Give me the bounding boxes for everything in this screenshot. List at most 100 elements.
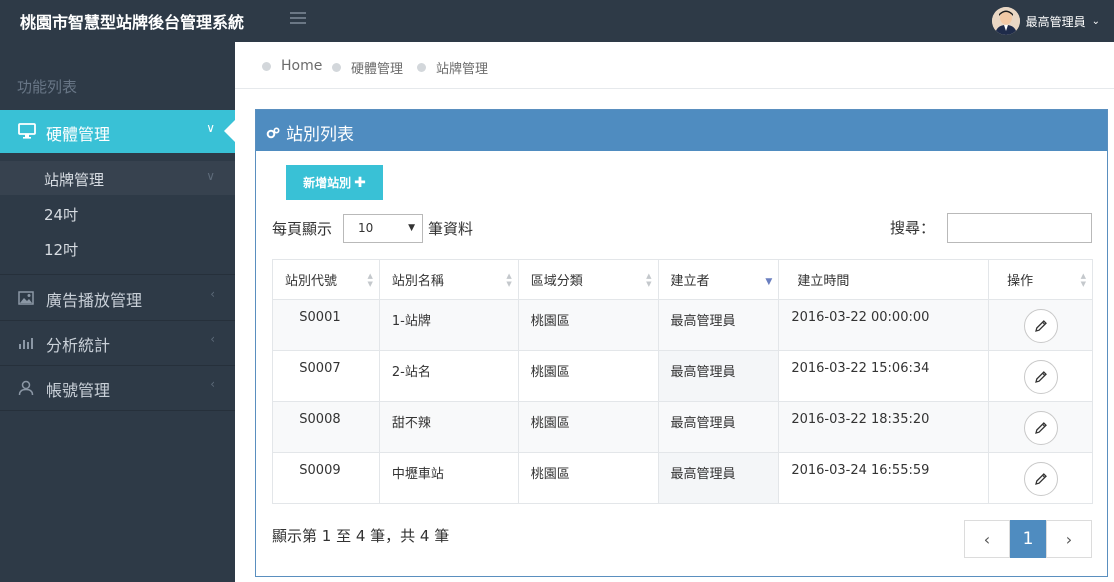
cell-actions (988, 299, 1093, 351)
sidebar-subitem-24inch[interactable]: 24吋 (44, 204, 78, 225)
user-icon (18, 380, 34, 400)
chevron-down-icon: ∨ (206, 169, 215, 183)
column-header-creator[interactable]: 建立者 ▼ (657, 259, 780, 300)
edit-button[interactable] (1023, 309, 1058, 343)
cell-name: 1-站牌 (378, 299, 519, 351)
column-header-code[interactable]: 站別代號 ▲ ▼ (272, 259, 380, 300)
chevron-down-icon: ⌄ (1091, 15, 1100, 27)
divider (0, 274, 235, 275)
sidebar-title: 功能列表 (17, 78, 78, 96)
cell-code: S0008 (272, 401, 380, 453)
app-title: 桃園市智慧型站牌後台管理系統 (20, 13, 245, 32)
cell-actions (988, 401, 1093, 453)
avatar (991, 7, 1020, 35)
image-icon (18, 290, 34, 309)
chevron-down-icon: ∨ (206, 121, 215, 135)
edit-button[interactable] (1023, 462, 1058, 496)
divider (0, 365, 235, 366)
column-header-name[interactable]: 站別名稱 ▲ ▼ (378, 259, 519, 300)
search-input[interactable] (947, 213, 1092, 243)
sidebar-item-analytics[interactable]: 分析統計 ‹ (0, 322, 235, 362)
breadcrumb-hardware[interactable]: 硬體管理 (332, 58, 403, 77)
table-row: S0009 中壢車站 桃園區 最高管理員 2016-03-24 16:55:59 (272, 452, 1093, 504)
cell-name: 中壢車站 (378, 452, 519, 504)
cell-name: 2-站名 (378, 350, 519, 402)
sidebar-item-label: 廣告播放管理 (46, 291, 143, 310)
breadcrumb-current: 站牌管理 (417, 58, 488, 77)
top-bar: 桃園市智慧型站牌後台管理系統 最高管理員 ⌄ (0, 0, 1114, 42)
cell-created-time: 2016-03-22 15:06:34 (778, 350, 990, 402)
sidebar-item-label: 分析統計 (46, 336, 111, 355)
bullet-icon (417, 63, 426, 72)
sidebar-subitem-label: 站牌管理 (44, 171, 105, 189)
user-menu[interactable]: 最高管理員 ⌄ (991, 5, 1100, 37)
column-header-created-time[interactable]: 建立時間 (778, 259, 990, 300)
page-1-button[interactable]: 1 (1010, 520, 1046, 558)
pagination: ‹ 1 › (964, 520, 1092, 558)
column-header-actions[interactable]: 操作 ▲ ▼ (988, 259, 1093, 300)
cell-area: 桃園區 (517, 452, 659, 504)
breadcrumb-home[interactable]: Home (262, 58, 322, 74)
sort-desc-icon: ▼ (765, 277, 773, 287)
table-header-row: 站別代號 ▲ ▼ 站別名稱 ▲ ▼ 區域分類 ▲ ▼ 建立者 ▼ 建立時間 操作 ▲ ▼ (272, 259, 1093, 300)
sidebar-subitem-stop-management[interactable]: 站牌管理 ∨ (0, 161, 235, 195)
cell-area: 桃園區 (517, 401, 659, 453)
cell-actions (988, 452, 1093, 504)
edit-button[interactable] (1023, 360, 1058, 394)
sidebar-item-account[interactable]: 帳號管理 ‹ (0, 367, 235, 407)
chevron-left-icon: ‹ (210, 332, 215, 346)
sort-icon: ▲ ▼ (506, 272, 512, 288)
cell-creator: 最高管理員 (657, 350, 780, 402)
table-row: S0008 甜不辣 桃園區 最高管理員 2016-03-22 18:35:20 (272, 401, 1093, 453)
search-label: 搜尋： (890, 219, 936, 237)
sidebar: 功能列表 硬體管理 ∨ 站牌管理 ∨ 24吋 12吋 廣告播放管理 ‹ 分析統計… (0, 42, 235, 582)
table-info: 顯示第 1 至 4 筆，共 4 筆 (272, 527, 450, 545)
sort-icon: ▲ ▼ (1080, 272, 1086, 288)
pencil-icon (1034, 371, 1047, 383)
next-page-button[interactable]: › (1046, 520, 1092, 558)
sort-icon: ▲ ▼ (367, 272, 373, 288)
cell-creator: 最高管理員 (657, 452, 780, 504)
table-row: S0007 2-站名 桃園區 最高管理員 2016-03-22 15:06:34 (272, 350, 1093, 402)
plus-icon: ✚ (354, 174, 366, 191)
caret-down-icon: ▼ (408, 223, 415, 233)
chevron-left-icon: ‹ (210, 287, 215, 301)
per-page-select[interactable]: 10 ▼ (343, 214, 423, 243)
cell-code: S0001 (272, 299, 380, 351)
active-indicator (224, 120, 235, 142)
sidebar-subitem-12inch[interactable]: 12吋 (44, 239, 78, 260)
cell-code: S0007 (272, 350, 380, 402)
station-table: 站別代號 ▲ ▼ 站別名稱 ▲ ▼ 區域分類 ▲ ▼ 建立者 ▼ 建立時間 操作 ▲ ▼ S000… (272, 259, 1093, 504)
bullet-icon (332, 63, 341, 72)
bar-chart-icon (18, 335, 34, 354)
prev-page-button[interactable]: ‹ (964, 520, 1010, 558)
cell-area: 桃園區 (517, 350, 659, 402)
bullet-icon (262, 61, 271, 71)
column-header-area[interactable]: 區域分類 ▲ ▼ (517, 259, 659, 300)
sidebar-item-hardware[interactable]: 硬體管理 ∨ (0, 110, 235, 153)
cogs-icon (266, 124, 280, 143)
cell-created-time: 2016-03-22 00:00:00 (778, 299, 990, 351)
pencil-icon (1034, 473, 1047, 485)
station-list-panel: 站別列表 新增站別 ✚ 每頁顯示 10 ▼ 筆資料 搜尋： 站別代號 ▲ ▼ 站別名… (255, 109, 1108, 577)
sidebar-item-ad-playback[interactable]: 廣告播放管理 ‹ (0, 277, 235, 317)
table-row: S0001 1-站牌 桃園區 最高管理員 2016-03-22 00:00:00 (272, 299, 1093, 351)
cell-code: S0009 (272, 452, 380, 504)
menu-toggle-icon[interactable] (290, 12, 306, 26)
cell-area: 桃園區 (517, 299, 659, 351)
panel-title: 站別列表 (286, 125, 354, 145)
per-page-label: 每頁顯示 (272, 220, 333, 238)
cell-created-time: 2016-03-24 16:55:59 (778, 452, 990, 504)
add-station-button[interactable]: 新增站別 ✚ (286, 165, 383, 200)
user-name: 最高管理員 (1025, 14, 1086, 29)
pencil-icon (1034, 320, 1047, 332)
cell-creator: 最高管理員 (657, 401, 780, 453)
sort-icon: ▲ ▼ (646, 272, 652, 288)
edit-button[interactable] (1023, 411, 1058, 445)
per-page-suffix: 筆資料 (428, 220, 474, 238)
sidebar-item-label: 帳號管理 (46, 381, 111, 400)
cell-created-time: 2016-03-22 18:35:20 (778, 401, 990, 453)
cell-name: 甜不辣 (378, 401, 519, 453)
chevron-left-icon: ‹ (210, 377, 215, 391)
cell-creator: 最高管理員 (657, 299, 780, 351)
